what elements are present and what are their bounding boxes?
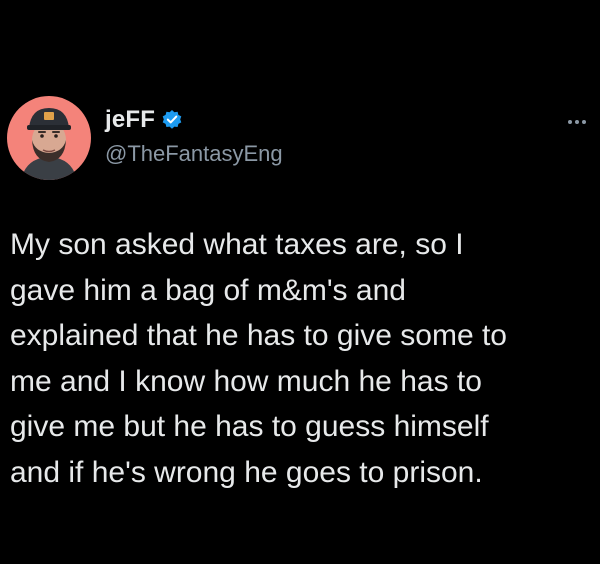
more-dot	[568, 120, 572, 124]
tweet-text-line: My son asked what taxes are, so I	[10, 228, 464, 261]
verified-badge-icon	[161, 109, 183, 131]
tweet-text: My son asked what taxes are, so I gave h…	[10, 222, 595, 495]
more-options-icon[interactable]	[562, 112, 592, 132]
more-dot	[575, 120, 579, 124]
tweet-text-line: and if he's wrong he goes to prison.	[10, 455, 483, 489]
profile-photo-icon	[7, 96, 91, 180]
author-handle[interactable]: @TheFantasyEng	[105, 141, 283, 167]
author-name-row: jeFF	[105, 106, 183, 134]
author-avatar[interactable]	[7, 96, 91, 180]
more-dot	[582, 120, 586, 124]
tweet-card: jeFF @TheFantasyEng My son asked what ta…	[0, 0, 600, 564]
author-display-name[interactable]: jeFF	[105, 106, 155, 134]
tweet-text-line: gave him a bag of m&m's and	[10, 273, 406, 307]
tweet-text-line: explained that he has to give some to	[10, 319, 507, 352]
tweet-text-line: give me but he has to guess himself	[10, 410, 489, 443]
tweet-text-line: me and I know how much he has to	[10, 364, 482, 398]
